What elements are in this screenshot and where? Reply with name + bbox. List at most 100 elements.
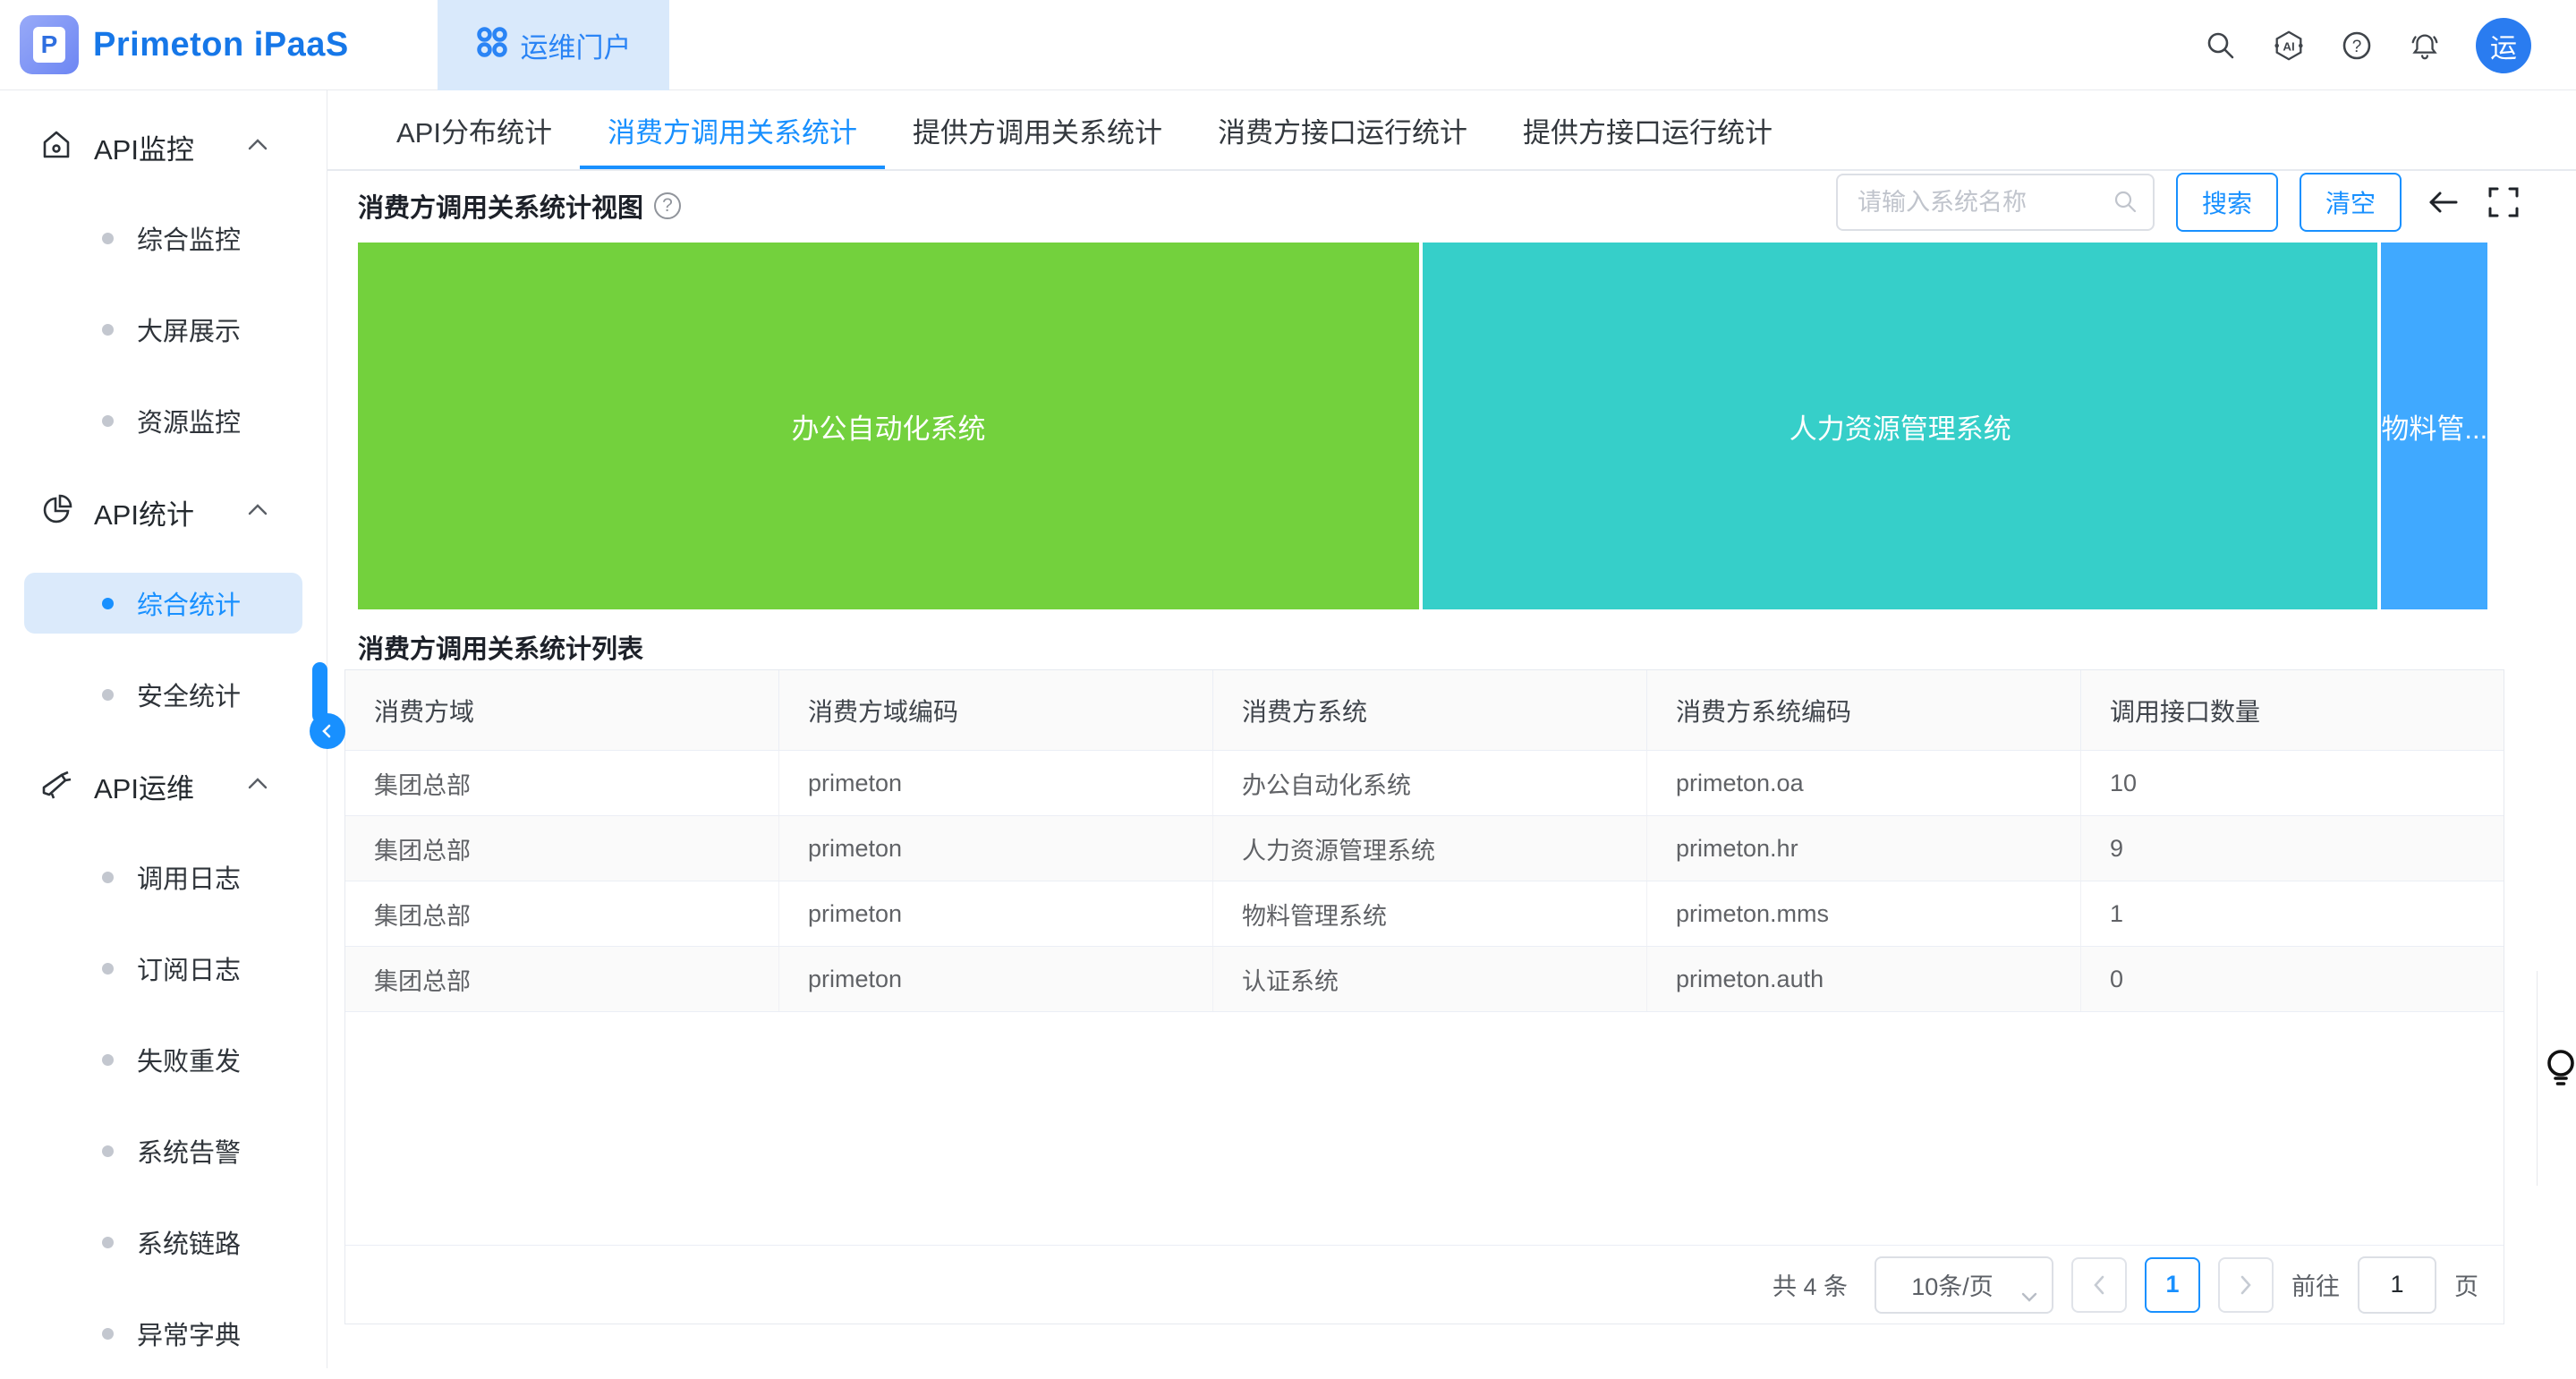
column-header-消费方系统: 消费方系统 (1213, 670, 1647, 750)
table-row: 集团总部primeton人力资源管理系统primeton.hr9 (345, 816, 2504, 881)
bullet-icon (102, 415, 114, 427)
search-input[interactable] (1836, 174, 2155, 231)
sidebar-item-label: 订阅日志 (137, 949, 241, 987)
app-header: P Primeton iPaaS 运维门户 AI (0, 0, 2576, 90)
sidebar-group-label: API统计 (94, 492, 194, 532)
notification-bell-icon[interactable] (2408, 29, 2442, 63)
sidebar-group-API监控[interactable]: API监控 (0, 101, 327, 192)
sidebar-item-label: 系统链路 (137, 1223, 241, 1261)
table-cell: 集团总部 (345, 816, 779, 881)
sidebar-item-label: 大屏展示 (137, 311, 241, 348)
sidebar-item-大屏展示[interactable]: 大屏展示 (0, 284, 327, 375)
sidebar-item-label: 资源监控 (137, 402, 241, 439)
pie-icon (40, 494, 72, 531)
bullet-icon (102, 872, 114, 883)
system-name-search (1836, 174, 2155, 231)
table-cell: primeton.hr (1647, 816, 2081, 881)
sidebar-group-API统计[interactable]: API统计 (0, 466, 327, 558)
next-page-button[interactable] (2218, 1257, 2274, 1313)
table-cell: 集团总部 (345, 881, 779, 946)
table-empty-area (345, 1012, 2504, 1245)
goto-page-input[interactable] (2358, 1256, 2436, 1314)
sidebar-group-API运维[interactable]: API运维 (0, 740, 327, 831)
table-cell: 集团总部 (345, 751, 779, 815)
search-icon[interactable] (2204, 29, 2238, 63)
chevron-up-icon (248, 778, 268, 794)
table-cell: primeton.auth (1647, 947, 2081, 1011)
sidebar-collapse-toggle[interactable] (310, 713, 345, 749)
back-arrow-icon[interactable] (2423, 183, 2462, 222)
sidebar-item-调用日志[interactable]: 调用日志 (0, 831, 327, 923)
bullet-icon (102, 324, 114, 336)
treemap-block-物料管理系统[interactable]: 物料管... (2381, 243, 2487, 609)
sidebar-item-订阅日志[interactable]: 订阅日志 (0, 923, 327, 1014)
tab-提供方调用关系统计[interactable]: 提供方调用关系统计 (885, 90, 1190, 169)
portal-tab-label: 运维门户 (521, 25, 632, 65)
tab-提供方接口运行统计[interactable]: 提供方接口运行统计 (1495, 90, 1800, 169)
tab-消费方调用关系统计[interactable]: 消费方调用关系统计 (580, 90, 885, 169)
treemap-block-人力资源管理系统[interactable]: 人力资源管理系统 (1423, 243, 2377, 609)
sidebar-item-label: 失败重发 (137, 1041, 241, 1078)
bullet-icon (102, 1237, 114, 1248)
table-cell: 人力资源管理系统 (1213, 816, 1647, 881)
svg-text:?: ? (2352, 38, 2362, 56)
chart-toolbar: 搜索 清空 (1836, 173, 2523, 232)
home-icon (40, 129, 72, 166)
table-cell: primeton (779, 947, 1213, 1011)
app-title: Primeton iPaaS (93, 0, 349, 90)
sidebar-item-label: 系统告警 (137, 1132, 241, 1170)
table-cell: primeton.oa (1647, 751, 2081, 815)
page-unit-label: 页 (2454, 1267, 2478, 1302)
consumer-call-relation-treemap: 办公自动化系统人力资源管理系统物料管... (358, 243, 2487, 609)
column-header-调用接口数量: 调用接口数量 (2081, 670, 2504, 750)
sidebar-item-系统告警[interactable]: 系统告警 (0, 1105, 327, 1196)
table-header-row: 消费方域消费方域编码消费方系统消费方系统编码调用接口数量 (345, 670, 2504, 751)
right-panel-edge (2537, 971, 2538, 1186)
sidebar-item-安全统计[interactable]: 安全统计 (0, 649, 327, 740)
goto-label: 前往 (2291, 1267, 2340, 1302)
portal-tab-ops[interactable]: 运维门户 (438, 0, 669, 90)
clear-button[interactable]: 清空 (2300, 173, 2402, 232)
table-cell: primeton (779, 816, 1213, 881)
page-number-current[interactable]: 1 (2145, 1257, 2200, 1313)
sidebar-item-label: 综合监控 (137, 219, 241, 257)
pagination-bar: 共 4 条 10条/页 1 前往 页 (345, 1245, 2504, 1324)
sidebar-item-label: 异常字典 (137, 1315, 241, 1352)
column-header-消费方域编码: 消费方域编码 (779, 670, 1213, 750)
table-cell: primeton (779, 751, 1213, 815)
fullscreen-icon[interactable] (2484, 183, 2523, 222)
search-button[interactable]: 搜索 (2176, 173, 2278, 232)
bullet-icon (102, 1328, 114, 1340)
appstore-grid-icon (476, 26, 508, 65)
question-circle-icon[interactable]: ? (654, 192, 681, 219)
column-header-消费方系统编码: 消费方系统编码 (1647, 670, 2081, 750)
megaphone-icon (40, 768, 72, 804)
sidebar-item-综合统计[interactable]: 综合统计 (0, 558, 327, 649)
table-row: 集团总部primeton物料管理系统primeton.mms1 (345, 881, 2504, 947)
page-size-value: 10条/页 (1911, 1267, 1994, 1302)
treemap-block-办公自动化系统[interactable]: 办公自动化系统 (358, 243, 1419, 609)
sidebar-item-系统链路[interactable]: 系统链路 (0, 1196, 327, 1288)
tab-API分布统计[interactable]: API分布统计 (369, 90, 580, 169)
table-row: 集团总部primeton办公自动化系统primeton.oa10 (345, 751, 2504, 816)
sidebar-item-异常字典[interactable]: 异常字典 (0, 1288, 327, 1379)
user-avatar[interactable]: 运 (2476, 18, 2531, 73)
lightbulb-hint-icon[interactable] (2539, 1045, 2576, 1095)
bullet-icon (102, 1054, 114, 1066)
table-cell: 认证系统 (1213, 947, 1647, 1011)
ai-assistant-icon[interactable]: AI (2272, 29, 2306, 63)
sidebar-item-综合监控[interactable]: 综合监控 (0, 192, 327, 284)
logo-letter: P (33, 27, 65, 63)
help-icon[interactable]: ? (2340, 29, 2374, 63)
statistics-tabbar: API分布统计消费方调用关系统计提供方调用关系统计消费方接口运行统计提供方接口运… (327, 90, 2576, 171)
page-size-select[interactable]: 10条/页 (1875, 1256, 2053, 1314)
prev-page-button[interactable] (2071, 1257, 2127, 1313)
input-search-icon (2112, 188, 2138, 219)
app-logo-icon: P (20, 15, 79, 74)
sidebar-nav: API监控综合监控大屏展示资源监控 API统计综合统计安全统计API运维调用日志订… (0, 90, 327, 1368)
sidebar-item-失败重发[interactable]: 失败重发 (0, 1014, 327, 1105)
tab-消费方接口运行统计[interactable]: 消费方接口运行统计 (1190, 90, 1495, 169)
sidebar-item-资源监控[interactable]: 资源监控 (0, 375, 327, 466)
chart-section-title: 消费方调用关系统计视图 (358, 187, 643, 225)
bullet-icon (102, 689, 114, 701)
